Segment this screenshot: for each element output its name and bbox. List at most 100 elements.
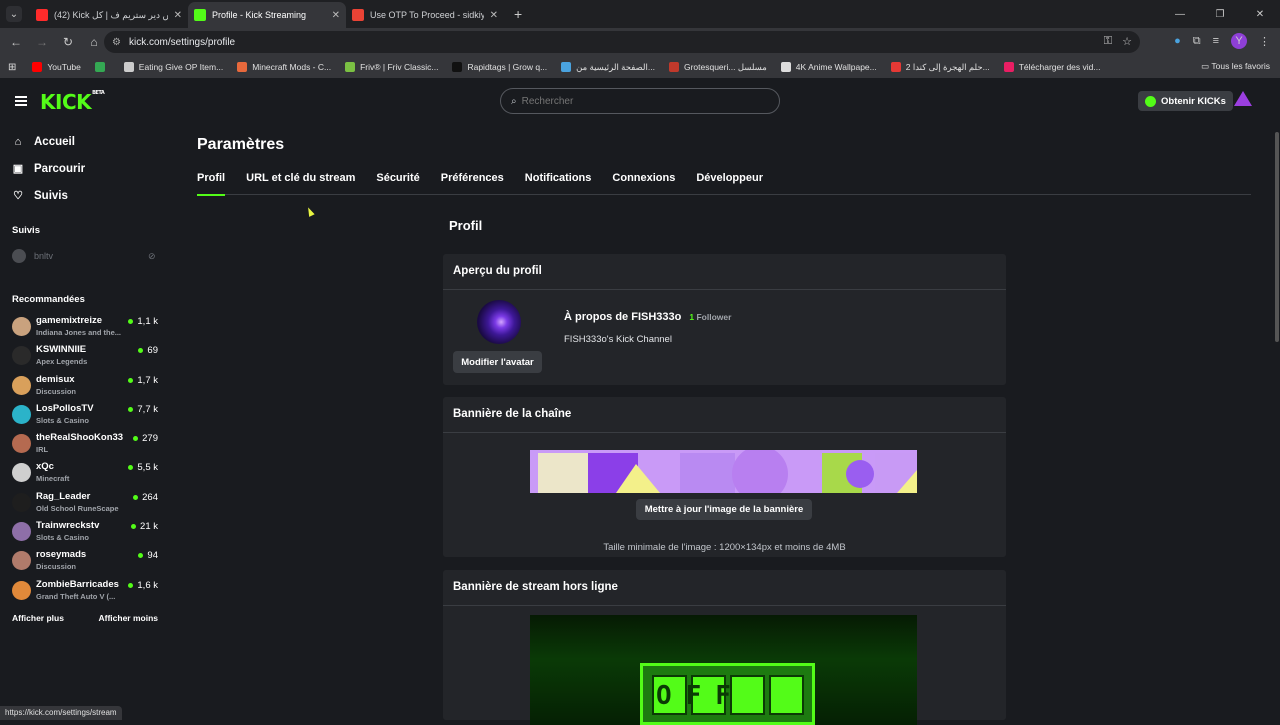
sidebar-item-accueil[interactable]: ⌂ Accueil xyxy=(0,128,170,155)
bookmark-item[interactable]: Rapidtags | Grow q... xyxy=(452,62,547,73)
menu-kebab-icon[interactable]: ⋮ xyxy=(1259,35,1270,48)
recommended-channel[interactable]: ZombieBarricades Grand Theft Auto V (... 1… xyxy=(0,578,170,607)
back-icon[interactable]: ← xyxy=(4,35,28,49)
reading-list-icon[interactable]: ≡ xyxy=(1213,35,1219,47)
tab-settings-2[interactable]: Sécurité xyxy=(376,170,419,195)
tab-settings-3[interactable]: Préférences xyxy=(441,170,504,195)
browse-icon: ▣ xyxy=(12,163,24,175)
viewer-count: 21 k xyxy=(131,521,158,532)
bookmark-item[interactable]: الصفحة الرئيسية من... xyxy=(561,62,655,73)
viewer-count-value: 1,1 k xyxy=(137,316,158,327)
sidebar-item-suivis[interactable]: ♡ Suivis xyxy=(0,182,170,209)
page-scrollbar[interactable] xyxy=(1274,122,1280,720)
followed-heading: Suivis xyxy=(12,225,40,236)
tab-settings-1[interactable]: URL et clé du stream xyxy=(246,170,355,195)
search-input[interactable] xyxy=(521,95,752,107)
all-bookmarks-folder[interactable]: ▭ Tous les favoris xyxy=(1201,61,1270,72)
channel-avatar xyxy=(12,249,26,263)
bookmark-item[interactable]: حلم الهجرة إلى كندا 2... xyxy=(890,62,990,73)
hamburger-menu-icon[interactable] xyxy=(15,96,27,106)
browser-tab[interactable]: Use OTP To Proceed - sidkiyoun ✕ xyxy=(346,2,504,28)
password-key-icon[interactable]: ⚿ xyxy=(1104,35,1112,48)
kick-logo[interactable]: KICKBETA xyxy=(40,90,105,114)
bookmark-item[interactable]: Minecraft Mods - C... xyxy=(237,62,331,73)
profile-avatar-icon[interactable]: Y xyxy=(1231,33,1247,49)
sidebar-item-parcourir[interactable]: ▣ Parcourir xyxy=(0,155,170,182)
show-more-button[interactable]: Afficher plus xyxy=(12,613,64,623)
show-less-button[interactable]: Afficher moins xyxy=(98,613,158,623)
site-info-icon[interactable]: ⚙ xyxy=(112,37,121,48)
edit-avatar-button[interactable]: Modifier l'avatar xyxy=(453,351,542,373)
recommended-channel[interactable]: gamemixtreize Indiana Jones and the... 1,1… xyxy=(0,314,170,343)
recommended-heading: Recommandées xyxy=(12,294,85,305)
recommended-channel[interactable]: xQc Minecraft 5,5 k xyxy=(0,460,170,489)
bookmark-label: Friv® | Friv Classic... xyxy=(360,62,439,72)
viewer-count-value: 5,5 k xyxy=(137,462,158,474)
gmail-favicon-icon xyxy=(352,9,364,21)
recommended-channel[interactable]: theRealShooKon33 IRL 279 xyxy=(0,431,170,460)
search-bar[interactable]: ⌕ xyxy=(500,88,780,114)
forward-icon[interactable]: → xyxy=(30,35,54,49)
viewer-count-value: 1,7 k xyxy=(137,374,158,386)
viewer-count-value: 94 xyxy=(147,550,158,562)
tab-title: Use OTP To Proceed - sidkiyoun xyxy=(370,10,484,20)
bookmark-star-icon[interactable]: ☆ xyxy=(1122,35,1132,48)
recommended-channel[interactable]: LosPollosTV Slots & Casino 7,7 k xyxy=(0,402,170,431)
tab-settings-4[interactable]: Notifications xyxy=(525,170,592,195)
live-dot-icon xyxy=(131,524,137,530)
maximize-icon[interactable]: ❐ xyxy=(1200,9,1240,20)
bookmark-item[interactable]: Télécharger des vid... xyxy=(1003,62,1100,73)
tab-settings-0[interactable]: Profil xyxy=(197,170,226,196)
channel-avatar xyxy=(12,492,31,512)
home-icon[interactable]: ⌂ xyxy=(82,35,106,49)
extensions-puzzle-icon[interactable]: ⧉ xyxy=(1193,35,1201,48)
viewer-count-value: 279 xyxy=(142,433,158,445)
followers-number: 1 xyxy=(689,312,695,322)
close-window-icon[interactable]: ✕ xyxy=(1240,9,1280,20)
bookmark-label: YouTube xyxy=(47,62,81,72)
update-banner-button[interactable]: Mettre à jour l'image de la bannière xyxy=(636,499,812,520)
browser-tab[interactable]: (42) Kick كيفاش دير ستريم ف | كل ✕ xyxy=(30,2,188,28)
show-more-less: Afficher plus Afficher moins xyxy=(0,613,170,623)
close-tab-icon[interactable]: ✕ xyxy=(490,10,498,21)
browser-tab-active[interactable]: Profile - Kick Streaming ✕ xyxy=(188,2,346,28)
recommended-channel[interactable]: demisux Discussion 1,7 k xyxy=(0,373,170,402)
bookmark-item[interactable]: Friv® | Friv Classic... xyxy=(345,62,438,73)
about-heading: À propos de FISH333o 1 Follower xyxy=(564,311,731,323)
reload-icon[interactable]: ↻ xyxy=(56,35,80,49)
close-tab-icon[interactable]: ✕ xyxy=(332,10,340,21)
viewer-count-value: 21 k xyxy=(140,521,158,533)
offline-banner-card: Bannière de stream hors ligne OFF xyxy=(443,570,1006,725)
close-tab-icon[interactable]: ✕ xyxy=(174,10,182,21)
user-avatar[interactable] xyxy=(1234,91,1252,106)
get-kicks-button[interactable]: Obtenir KICKs xyxy=(1138,91,1233,111)
followed-channel[interactable]: bnltv ⊘ xyxy=(0,248,170,264)
extension-icon[interactable]: ● xyxy=(1174,35,1181,47)
recommended-channel[interactable]: KSWINNIIE Apex Legends 69 xyxy=(0,343,170,372)
url-field[interactable]: ⚙ kick.com/settings/profile ⚿ ☆ xyxy=(104,31,1140,53)
bookmark-item[interactable]: 4K Anime Wallpape... xyxy=(780,62,877,73)
bookmark-item[interactable] xyxy=(94,62,110,73)
tab-title: (42) Kick كيفاش دير ستريم ف | كل xyxy=(54,9,168,20)
recommended-channel[interactable]: Trainwreckstv Slots & Casino 21 k xyxy=(0,519,170,548)
tab-settings-6[interactable]: Développeur xyxy=(696,170,763,195)
bookmark-favicon-icon xyxy=(123,62,134,72)
apps-grid-icon[interactable]: ⊞ xyxy=(8,62,16,73)
bookmark-item[interactable]: Grotesqueri... مسلسل xyxy=(668,62,767,73)
bookmark-item[interactable]: Eating Give OP Item... xyxy=(123,62,224,73)
logo-text: KICK xyxy=(40,90,92,114)
minimize-icon[interactable]: — xyxy=(1160,9,1200,20)
bookmark-label: Eating Give OP Item... xyxy=(138,62,224,72)
bookmark-item[interactable]: YouTube xyxy=(32,62,81,73)
tab-settings-5[interactable]: Connexions xyxy=(612,170,675,195)
scrollbar-thumb[interactable] xyxy=(1275,132,1279,342)
new-tab-icon[interactable]: + xyxy=(514,6,522,22)
recommended-channel[interactable]: roseymads Discussion 94 xyxy=(0,548,170,577)
recommended-channel[interactable]: Rag_Leader Old School RuneScape 264 xyxy=(0,490,170,519)
beta-label: BETA xyxy=(92,90,105,96)
tab-search-button[interactable]: ⌄ xyxy=(6,6,22,22)
live-dot-icon xyxy=(138,348,144,354)
channel-banner-card: Bannière de la chaîne Mettre à jour l'im… xyxy=(443,397,1006,557)
bookmark-favicon-icon xyxy=(890,62,901,72)
channel-category: Slots & Casino xyxy=(36,533,89,543)
